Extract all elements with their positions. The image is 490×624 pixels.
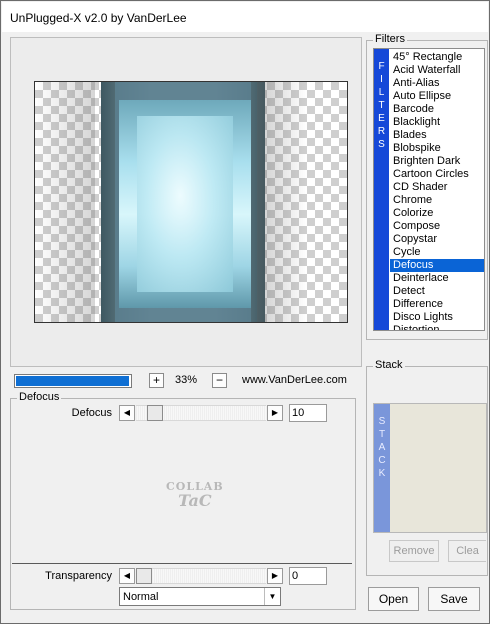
defocus-slider-track[interactable] <box>136 405 266 421</box>
remove-button[interactable]: Remove <box>389 540 439 562</box>
divider <box>12 563 352 564</box>
defocus-value-field[interactable]: 10 <box>289 404 327 422</box>
defocus-increase-button[interactable]: ▶ <box>267 405 283 421</box>
filter-list-item[interactable]: Chrome <box>390 194 484 207</box>
strip-letter: T <box>378 100 385 111</box>
title-bar[interactable]: UnPlugged-X v2.0 by VanDerLee <box>2 2 488 32</box>
watermark-line-2: TaC <box>178 491 212 510</box>
defocus-slider-thumb[interactable] <box>147 405 163 421</box>
window-title: UnPlugged-X v2.0 by VanDerLee <box>10 11 187 25</box>
preview-left-shadow <box>35 82 95 322</box>
preview-image[interactable] <box>34 81 348 323</box>
strip-letter: A <box>378 442 386 453</box>
strip-letter: S <box>378 139 385 150</box>
filter-list-item[interactable]: Defocus <box>390 259 484 272</box>
blend-mode-select[interactable]: Normal ▼ <box>119 587 281 606</box>
blend-mode-value: Normal <box>123 591 159 603</box>
transparency-increase-button[interactable]: ▶ <box>267 568 283 584</box>
filter-list-item[interactable]: Colorize <box>390 207 484 220</box>
transparency-value-field[interactable]: 0 <box>289 567 327 585</box>
zoom-out-button[interactable]: − <box>212 373 227 388</box>
filter-items: 45° Rectangle Acid Waterfall Anti-Alias Aut… <box>390 51 484 330</box>
filter-list-item[interactable]: Compose <box>390 220 484 233</box>
strip-letter: I <box>380 74 383 85</box>
defocus-label: Defocus <box>71 407 112 419</box>
defocus-decrease-button[interactable]: ◀ <box>119 405 135 421</box>
strip-letter: R <box>377 126 386 137</box>
left-arrow-icon: ◀ <box>123 408 131 417</box>
transparency-slider-track[interactable] <box>136 568 266 584</box>
left-arrow-icon: ◀ <box>123 571 131 580</box>
strip-letter: K <box>378 468 386 479</box>
preview-right-shadow <box>257 82 307 322</box>
strip-letter: L <box>378 87 385 98</box>
filter-list-item[interactable]: 45° Rectangle <box>390 51 484 64</box>
filter-list-item[interactable]: Blades <box>390 129 484 142</box>
filter-list-item[interactable]: Detect <box>390 285 484 298</box>
filter-list-item[interactable]: Copystar <box>390 233 484 246</box>
filter-list-item[interactable]: Blacklight <box>390 116 484 129</box>
transparency-label: Transparency <box>45 570 112 582</box>
filter-list-item[interactable]: Deinterlace <box>390 272 484 285</box>
preview-center-glow <box>137 116 233 292</box>
filter-list-item[interactable]: Blobspike <box>390 142 484 155</box>
transparency-slider-thumb[interactable] <box>136 568 152 584</box>
chevron-down-icon[interactable]: ▼ <box>264 588 280 605</box>
filter-list-item[interactable]: Cartoon Circles <box>390 168 484 181</box>
clear-button[interactable]: Clea <box>448 540 486 562</box>
filter-list-item[interactable]: Distortion <box>390 324 484 330</box>
collab-watermark: COLLAB TaC <box>166 480 224 510</box>
right-arrow-icon: ▶ <box>271 571 279 580</box>
transparency-decrease-button[interactable]: ◀ <box>119 568 135 584</box>
filters-strip: FILTERS <box>374 49 389 330</box>
stack-strip: STACK <box>374 404 390 532</box>
filters-group-label: Filters <box>373 33 407 45</box>
filter-list-item[interactable]: Auto Ellipse <box>390 90 484 103</box>
strip-letter: F <box>378 61 385 72</box>
right-arrow-icon: ▶ <box>271 408 279 417</box>
filter-list-item[interactable]: Barcode <box>390 103 484 116</box>
credit-link[interactable]: www.VanDerLee.com <box>242 374 347 386</box>
filter-list-item[interactable]: Difference <box>390 298 484 311</box>
filter-list-item[interactable]: Cycle <box>390 246 484 259</box>
open-button[interactable]: Open <box>368 587 419 611</box>
parameters-group-label: Defocus <box>17 391 62 403</box>
save-button[interactable]: Save <box>428 587 480 611</box>
filter-list-item[interactable]: Acid Waterfall <box>390 64 484 77</box>
strip-letter: S <box>378 416 386 427</box>
stack-list[interactable]: STACK <box>373 403 487 533</box>
filter-list-item[interactable]: Brighten Dark <box>390 155 484 168</box>
strip-letter: E <box>378 113 385 124</box>
zoom-level: 33% <box>175 374 198 386</box>
render-progress-fill <box>16 376 129 386</box>
strip-letter: T <box>378 429 386 440</box>
render-progress-bar <box>14 374 132 388</box>
filter-list-item[interactable]: Disco Lights <box>390 311 484 324</box>
zoom-in-button[interactable]: + <box>149 373 164 388</box>
filter-list-item[interactable]: Anti-Alias <box>390 77 484 90</box>
strip-letter: C <box>378 455 386 466</box>
stack-group-label: Stack <box>373 359 405 371</box>
filter-list-item[interactable]: CD Shader <box>390 181 484 194</box>
filter-list[interactable]: FILTERS 45° Rectangle Acid Waterfall Anti-… <box>373 48 485 331</box>
